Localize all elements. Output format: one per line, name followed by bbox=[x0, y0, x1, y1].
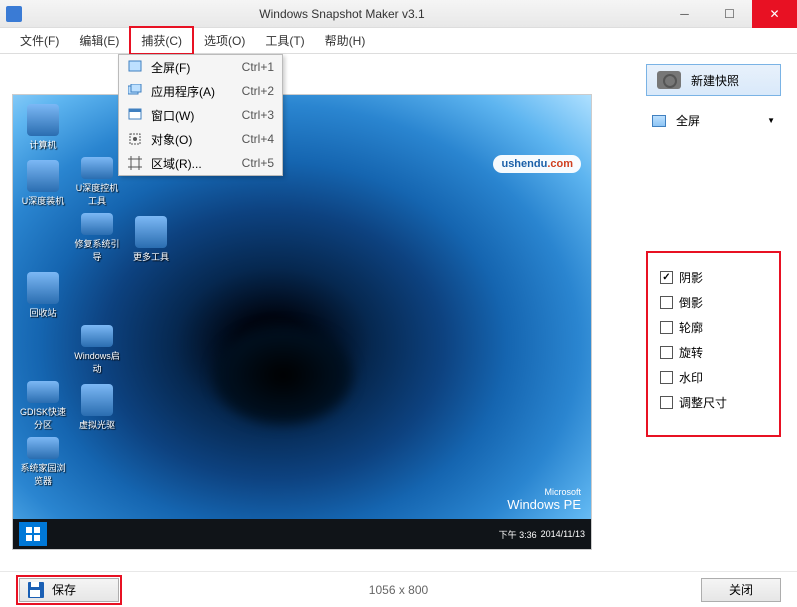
titlebar: Windows Snapshot Maker v3.1 ─ ☐ ✕ bbox=[0, 0, 797, 28]
capture-region[interactable]: 区域(R)... Ctrl+5 bbox=[119, 151, 282, 175]
checkbox-icon bbox=[660, 396, 673, 409]
options-box: ✓ 阴影倒影轮廓旋转水印调整尺寸 bbox=[646, 251, 781, 437]
desktop-icon: 更多工具 bbox=[127, 213, 175, 263]
dropdown-shortcut: Ctrl+5 bbox=[242, 156, 274, 170]
option-label: 轮廓 bbox=[679, 319, 703, 336]
preview-frame: 计算机 U深度装机回收站 GDISK快速分区系统家园浏览器 U深度控机工具修复系统引导… bbox=[12, 94, 592, 550]
menu-help[interactable]: 帮助(H) bbox=[315, 28, 376, 53]
option-label: 水印 bbox=[679, 369, 703, 386]
desktop-icon: U深度控机工具 bbox=[73, 157, 121, 207]
dropdown-label: 全屏(F) bbox=[151, 59, 242, 76]
option-调整尺寸[interactable]: 调整尺寸 bbox=[660, 394, 767, 411]
desktop-icon bbox=[19, 213, 67, 263]
desktop-preview: 计算机 U深度装机回收站 GDISK快速分区系统家园浏览器 U深度控机工具修复系统引导… bbox=[13, 95, 591, 549]
option-label: 倒影 bbox=[679, 294, 703, 311]
window-icon bbox=[127, 107, 143, 123]
desktop-icon: GDISK快速分区 bbox=[19, 381, 67, 431]
menu-edit[interactable]: 编辑(E) bbox=[69, 28, 129, 53]
desktop-icon bbox=[73, 101, 121, 151]
new-snapshot-label: 新建快照 bbox=[691, 72, 739, 89]
desktop-icon: 虚拟光驱 bbox=[73, 381, 121, 431]
app-icon bbox=[6, 6, 22, 22]
close-label: 关闭 bbox=[729, 581, 753, 598]
option-阴影[interactable]: ✓ 阴影 bbox=[660, 269, 767, 286]
checkbox-icon bbox=[660, 296, 673, 309]
footer: 保存 1056 x 800 关闭 bbox=[0, 571, 797, 607]
save-button[interactable]: 保存 bbox=[19, 578, 119, 602]
capture-dropdown: 全屏(F) Ctrl+1 应用程序(A) Ctrl+2 窗口(W) Ctrl+3… bbox=[118, 54, 283, 176]
save-label: 保存 bbox=[52, 581, 76, 598]
desktop-icon: Windows启动 bbox=[73, 325, 121, 375]
dropdown-shortcut: Ctrl+1 bbox=[242, 60, 274, 74]
close-button[interactable]: ✕ bbox=[752, 0, 797, 28]
desktop-icon: 回收站 bbox=[19, 269, 67, 319]
right-panel: 新建快照 全屏 ▼ ✓ 阴影倒影轮廓旋转水印调整尺寸 bbox=[630, 54, 797, 571]
menu-tools[interactable]: 工具(T) bbox=[255, 28, 314, 53]
menu-capture[interactable]: 捕获(C) bbox=[129, 26, 194, 55]
taskbar: 下午 3:36 2014/11/13 bbox=[13, 519, 591, 549]
capture-fullscreen[interactable]: 全屏(F) Ctrl+1 bbox=[119, 55, 282, 79]
capture-mode-selector[interactable]: 全屏 ▼ bbox=[646, 108, 781, 133]
desktop-icon: 系统家园浏览器 bbox=[19, 437, 67, 487]
checkbox-icon bbox=[660, 346, 673, 359]
window-title: Windows Snapshot Maker v3.1 bbox=[22, 7, 662, 21]
chevron-down-icon: ▼ bbox=[767, 116, 775, 125]
dropdown-label: 区域(R)... bbox=[151, 155, 242, 172]
dimensions-label: 1056 x 800 bbox=[369, 583, 428, 597]
window-controls: ─ ☐ ✕ bbox=[662, 0, 797, 28]
desktop-icon: 修复系统引导 bbox=[73, 213, 121, 263]
save-icon bbox=[28, 582, 44, 598]
menubar: 文件(F) 编辑(E) 捕获(C) 选项(O) 工具(T) 帮助(H) bbox=[0, 28, 797, 54]
dropdown-shortcut: Ctrl+4 bbox=[242, 132, 274, 146]
dropdown-shortcut: Ctrl+2 bbox=[242, 84, 274, 98]
option-轮廓[interactable]: 轮廓 bbox=[660, 319, 767, 336]
fullscreen-icon bbox=[127, 59, 143, 75]
object-icon bbox=[127, 131, 143, 147]
system-tray: 下午 3:36 2014/11/13 bbox=[499, 528, 585, 541]
dropdown-shortcut: Ctrl+3 bbox=[242, 108, 274, 122]
desktop-icon bbox=[73, 437, 121, 487]
menu-options[interactable]: 选项(O) bbox=[194, 28, 255, 53]
region-icon bbox=[127, 155, 143, 171]
start-button bbox=[19, 522, 47, 546]
option-水印[interactable]: 水印 bbox=[660, 369, 767, 386]
option-label: 阴影 bbox=[679, 269, 703, 286]
option-label: 调整尺寸 bbox=[679, 394, 727, 411]
footer-close-button[interactable]: 关闭 bbox=[701, 578, 781, 602]
dropdown-label: 应用程序(A) bbox=[151, 83, 242, 100]
save-highlight: 保存 bbox=[16, 575, 122, 605]
preview-area: 计算机 U深度装机回收站 GDISK快速分区系统家园浏览器 U深度控机工具修复系统引导… bbox=[0, 54, 630, 571]
windows-brand: Microsoft Windows PE bbox=[507, 487, 581, 513]
desktop-icon: U深度装机 bbox=[19, 157, 67, 207]
checkbox-icon: ✓ bbox=[660, 271, 673, 284]
checkbox-icon bbox=[660, 371, 673, 384]
desktop-icon bbox=[19, 325, 67, 375]
dropdown-label: 对象(O) bbox=[151, 131, 242, 148]
brand-badge: ushendu.com bbox=[493, 155, 581, 173]
dropdown-label: 窗口(W) bbox=[151, 107, 242, 124]
new-snapshot-button[interactable]: 新建快照 bbox=[646, 64, 781, 96]
checkbox-icon bbox=[660, 321, 673, 334]
mode-label: 全屏 bbox=[676, 112, 757, 129]
capture-application[interactable]: 应用程序(A) Ctrl+2 bbox=[119, 79, 282, 103]
desktop-icon: 计算机 bbox=[19, 101, 67, 151]
fullscreen-icon bbox=[652, 115, 666, 127]
desktop-icon bbox=[73, 269, 121, 319]
minimize-button[interactable]: ─ bbox=[662, 0, 707, 28]
capture-window[interactable]: 窗口(W) Ctrl+3 bbox=[119, 103, 282, 127]
option-倒影[interactable]: 倒影 bbox=[660, 294, 767, 311]
camera-icon bbox=[657, 71, 681, 89]
maximize-button[interactable]: ☐ bbox=[707, 0, 752, 28]
menu-file[interactable]: 文件(F) bbox=[10, 28, 69, 53]
application-icon bbox=[127, 83, 143, 99]
option-label: 旋转 bbox=[679, 344, 703, 361]
option-旋转[interactable]: 旋转 bbox=[660, 344, 767, 361]
capture-object[interactable]: 对象(O) Ctrl+4 bbox=[119, 127, 282, 151]
